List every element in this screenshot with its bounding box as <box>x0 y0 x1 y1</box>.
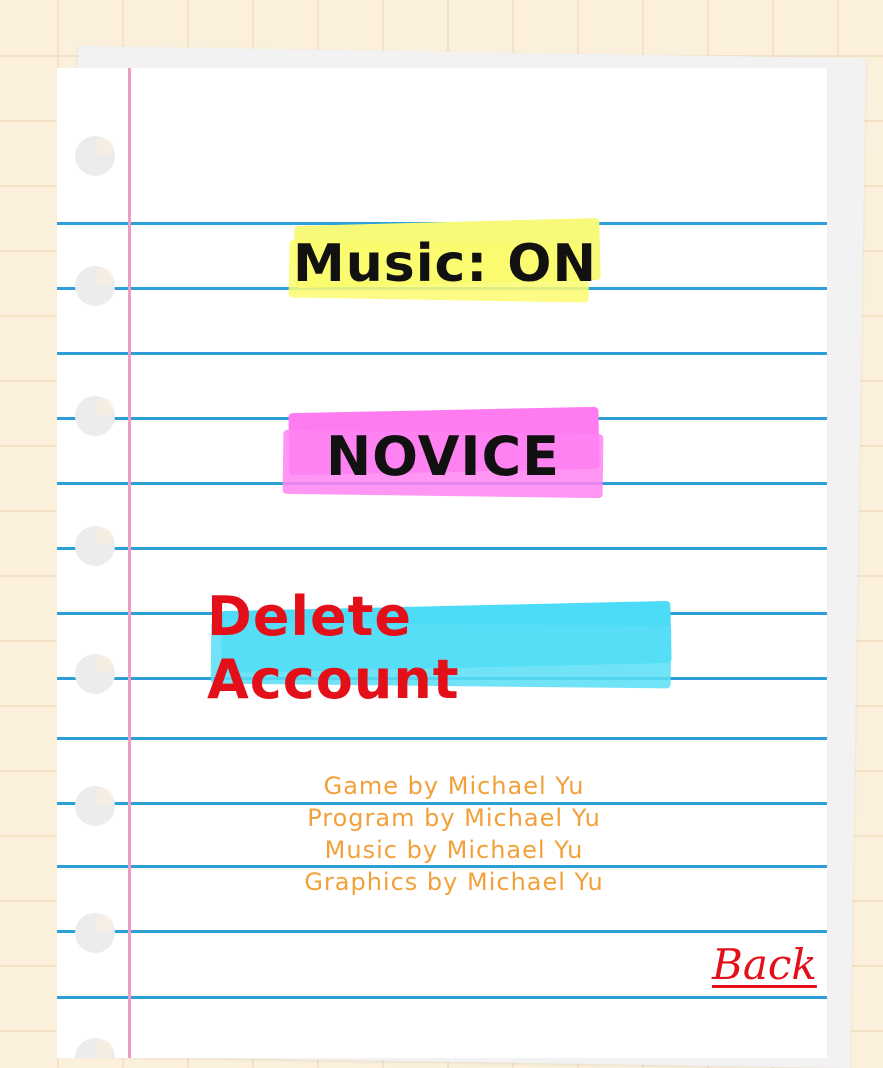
difficulty-label: NOVICE <box>325 424 561 488</box>
credit-line: Graphics by Michael Yu <box>304 868 604 896</box>
credits-block: Game by Michael Yu Program by Michael Yu… <box>214 770 694 898</box>
margin-line <box>128 68 131 1058</box>
binder-hole <box>75 1038 115 1058</box>
back-button[interactable]: Back <box>712 940 817 989</box>
ruled-line <box>57 352 827 355</box>
delete-account-button[interactable]: Delete Account <box>207 585 677 711</box>
binder-hole <box>75 266 115 306</box>
credit-line: Program by Michael Yu <box>307 804 601 832</box>
ruled-line <box>57 930 827 933</box>
credit-line: Game by Michael Yu <box>323 772 585 800</box>
notebook-paper: Music: ON NOVICE Delete Account Game by … <box>57 68 827 1058</box>
ruled-line <box>57 996 827 999</box>
ruled-line <box>57 547 827 550</box>
music-toggle-label: Music: ON <box>293 234 597 294</box>
music-toggle-button[interactable]: Music: ON <box>285 214 605 314</box>
binder-hole <box>75 913 115 953</box>
binder-hole <box>75 136 115 176</box>
delete-account-label: Delete Account <box>207 585 460 711</box>
binder-hole <box>75 654 115 694</box>
binder-hole <box>75 396 115 436</box>
ruled-line <box>57 737 827 740</box>
difficulty-button[interactable]: NOVICE <box>279 406 607 506</box>
credit-line: Music by Michael Yu <box>324 836 584 864</box>
binder-hole <box>75 786 115 826</box>
binder-hole <box>75 526 115 566</box>
